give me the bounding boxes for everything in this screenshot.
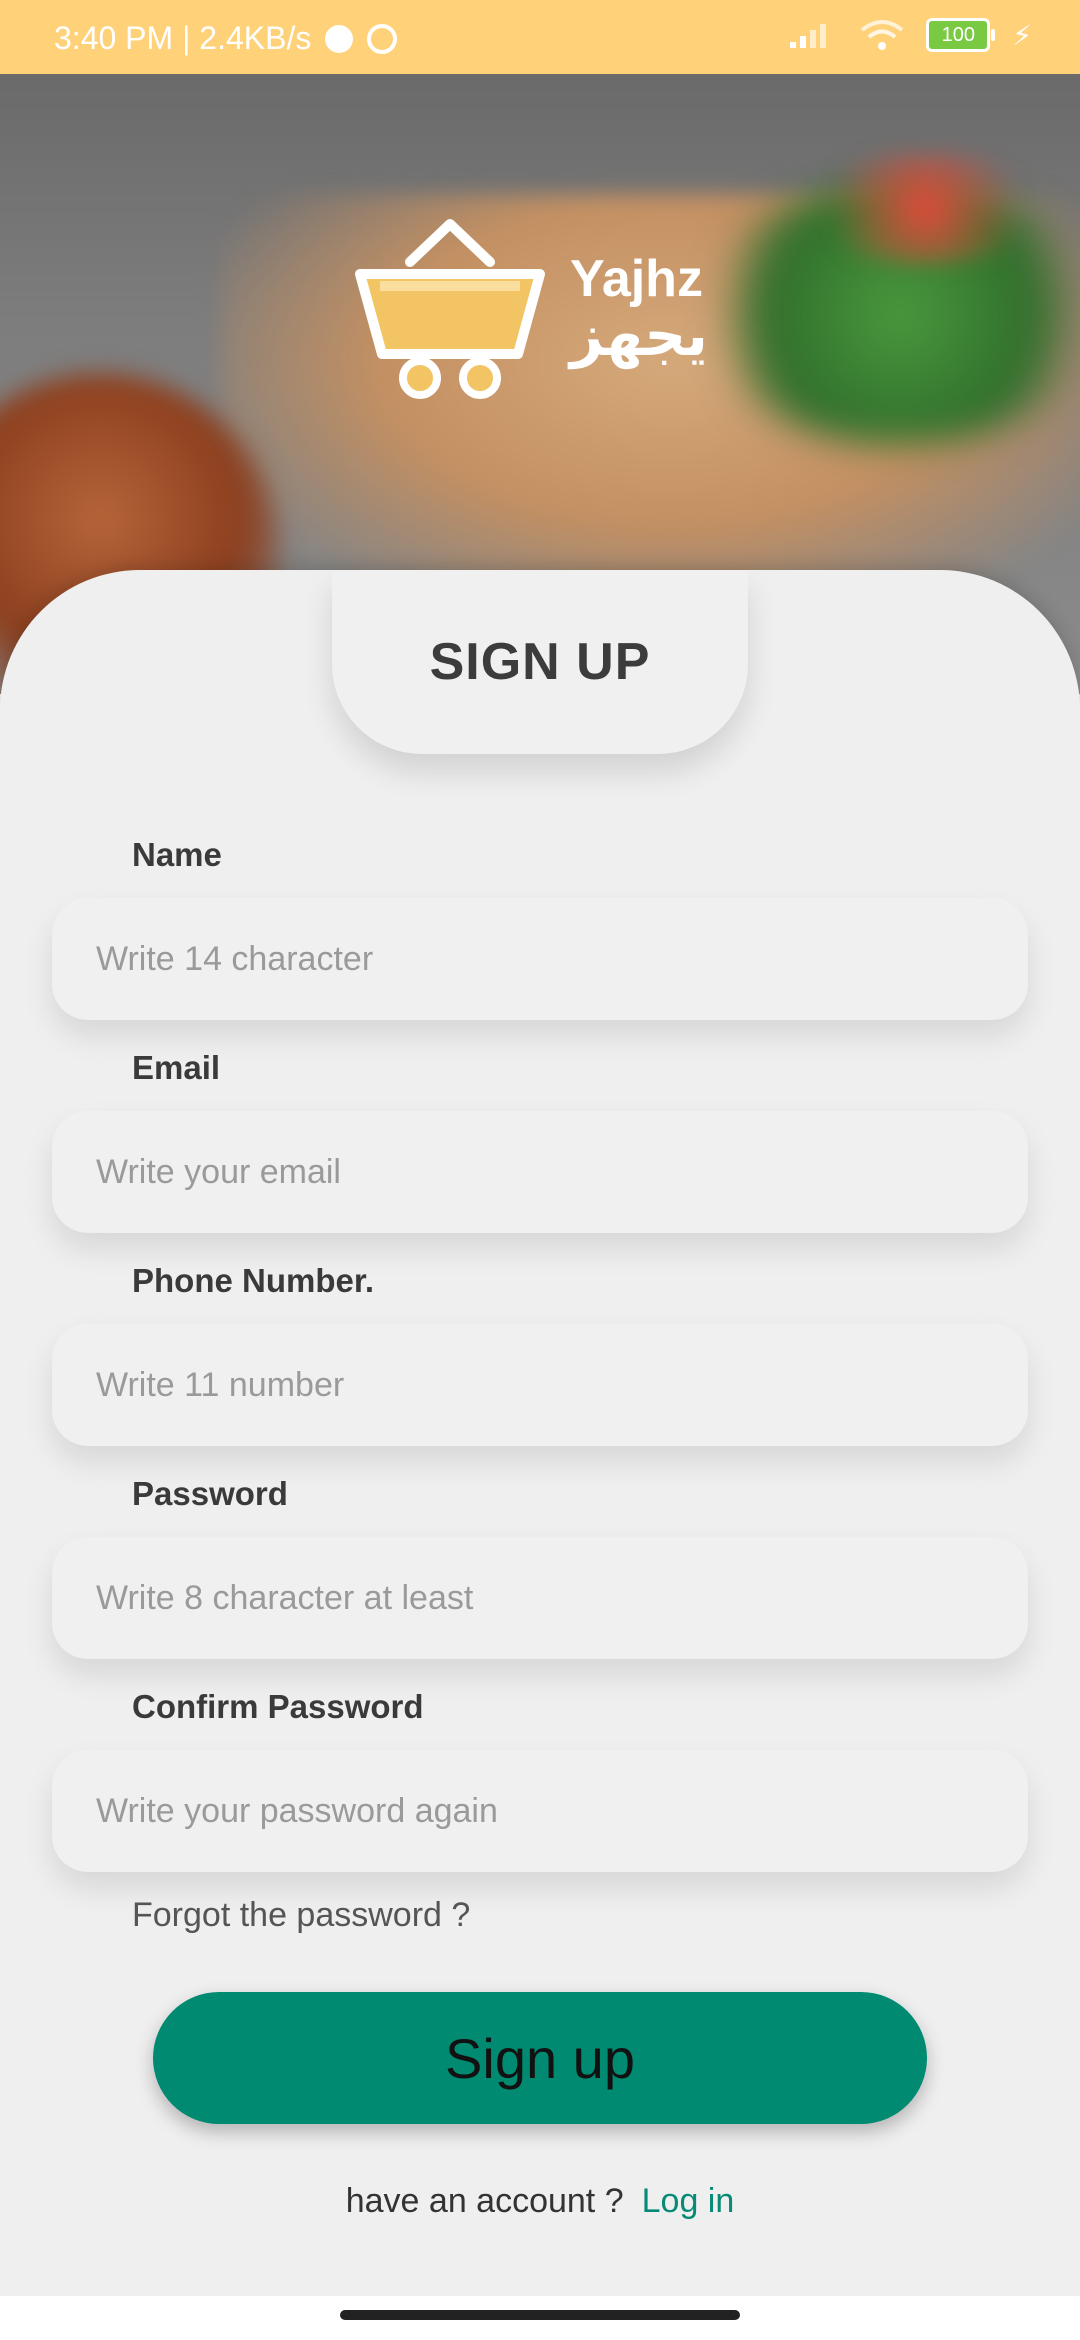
battery-icon: 100 bbox=[926, 18, 996, 52]
wifi-icon bbox=[861, 20, 904, 50]
phone-label: Phone Number. bbox=[132, 1262, 375, 1299]
email-field[interactable] bbox=[52, 1111, 1028, 1233]
brand-name-en: Yajhz bbox=[570, 250, 703, 308]
hero-tomato bbox=[800, 154, 1050, 264]
status-bar: 3:40 PM | 2.4KB/s 100 ⚡ bbox=[0, 0, 1080, 74]
charging-icon: ⚡ bbox=[1012, 19, 1032, 51]
name-input[interactable] bbox=[52, 898, 1028, 1020]
name-field[interactable] bbox=[52, 898, 1028, 1020]
confirm-password-field[interactable] bbox=[52, 1750, 1028, 1872]
password-label: Password bbox=[132, 1475, 288, 1512]
password-input[interactable] bbox=[52, 1537, 1028, 1659]
phone-field[interactable] bbox=[52, 1324, 1028, 1446]
app-notification-icon bbox=[325, 24, 354, 53]
have-account-text: have an account ? bbox=[345, 2182, 624, 2220]
status-time-speed: 3:40 PM | 2.4KB/s bbox=[54, 20, 312, 56]
logo-text: Yajhz يجهز bbox=[570, 253, 708, 365]
app-logo: Yajhz يجهز bbox=[350, 214, 708, 404]
home-indicator[interactable] bbox=[340, 2310, 740, 2320]
page-title: SIGN UP bbox=[332, 570, 748, 754]
name-label: Name bbox=[132, 836, 222, 873]
brand-name-ar: يجهز bbox=[570, 303, 708, 368]
signup-button[interactable]: Sign up bbox=[153, 1992, 927, 2124]
confirm-password-label: Confirm Password bbox=[132, 1688, 424, 1725]
login-prompt: have an account ? Log in bbox=[0, 2182, 1080, 2221]
email-input[interactable] bbox=[52, 1111, 1028, 1233]
status-right: 100 ⚡ bbox=[788, 18, 1032, 52]
login-link[interactable]: Log in bbox=[642, 2182, 735, 2220]
forgot-password-link[interactable]: Forgot the password ? bbox=[132, 1896, 470, 1935]
signal-icon bbox=[790, 24, 827, 48]
email-label: Email bbox=[132, 1049, 221, 1086]
password-field[interactable] bbox=[52, 1537, 1028, 1659]
shopping-basket-icon bbox=[355, 219, 545, 399]
sync-icon bbox=[367, 23, 398, 54]
phone-input[interactable] bbox=[52, 1324, 1028, 1446]
status-left: 3:40 PM | 2.4KB/s bbox=[54, 20, 398, 57]
confirm-password-input[interactable] bbox=[52, 1750, 1028, 1872]
